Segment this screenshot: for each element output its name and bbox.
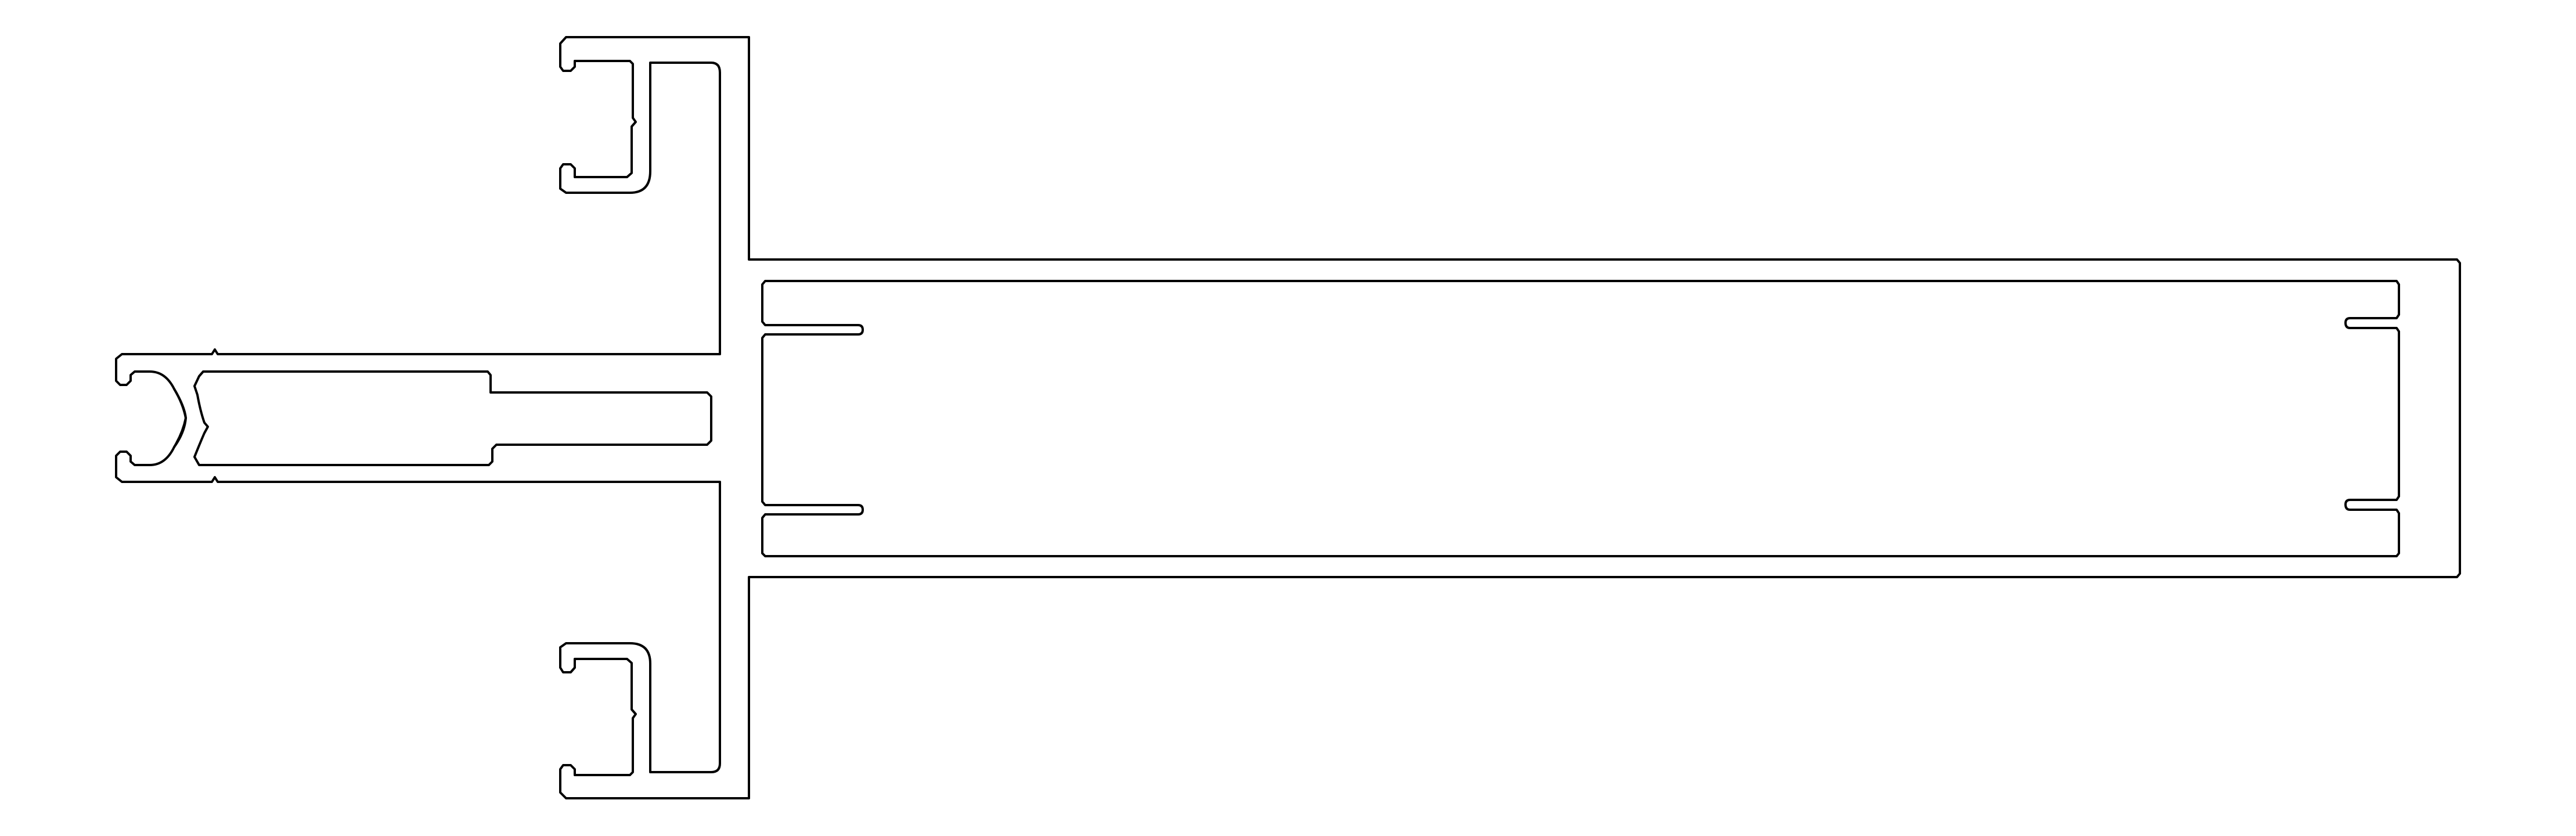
extrusion-profile-drawing: [115, 36, 2461, 799]
left-rod-slot: [193, 370, 712, 466]
main-chamber: [761, 280, 2400, 557]
outer-outline: [115, 36, 2461, 799]
profile-drawing-canvas: [0, 0, 2576, 836]
left-glazing-insert: [173, 388, 187, 448]
